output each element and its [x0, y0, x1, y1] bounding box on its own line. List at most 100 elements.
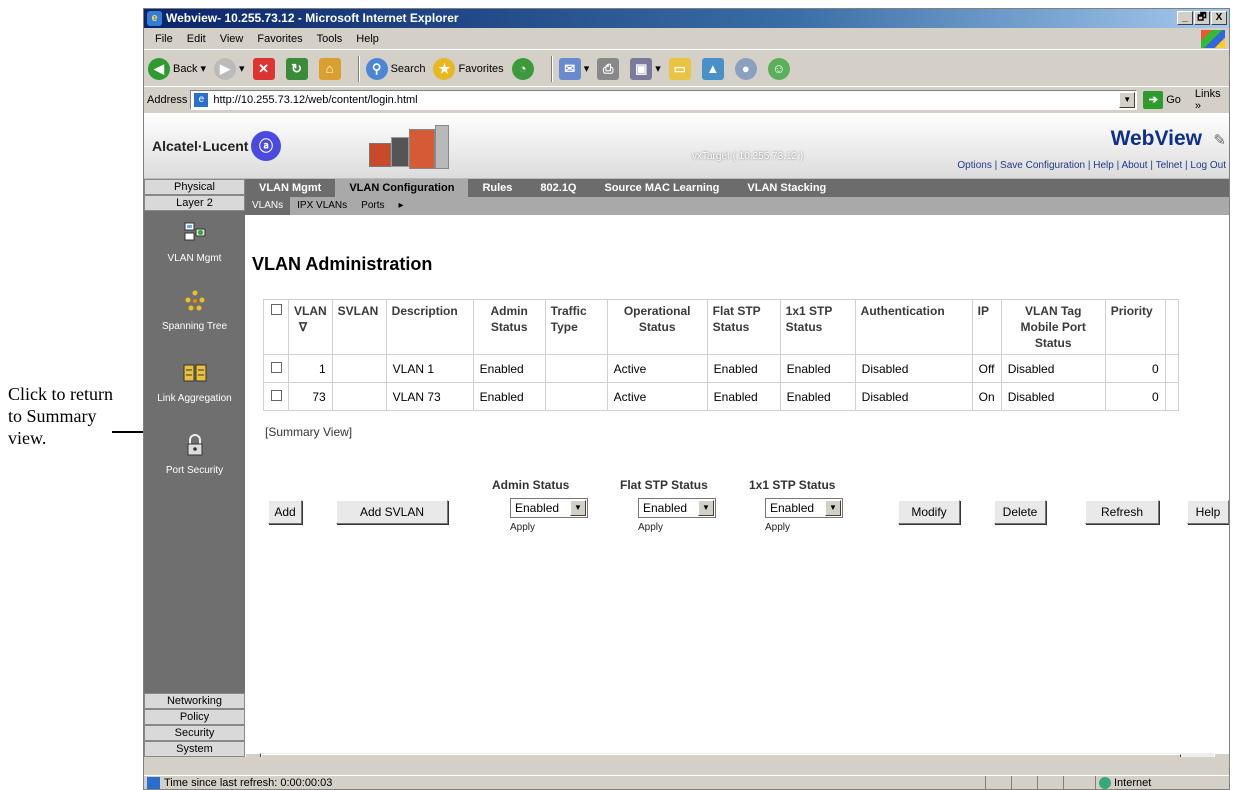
telnet-link[interactable]: Telnet	[1156, 160, 1183, 171]
subtab-ipx-vlans[interactable]: IPX VLANs	[290, 197, 354, 215]
contacts-button[interactable]: ☺	[767, 57, 793, 80]
header-traffic-type[interactable]: Traffic Type	[544, 299, 608, 355]
links-button[interactable]: Links »	[1195, 88, 1229, 112]
cell-description: VLAN 1	[385, 354, 474, 383]
flat-stp-apply[interactable]: Apply	[638, 522, 716, 533]
messenger-button[interactable]: ●	[734, 57, 760, 80]
sidebar-item-spanning-tree[interactable]: Spanning Tree	[144, 289, 245, 332]
header-flat-stp-status[interactable]: Flat STP Status	[706, 299, 781, 355]
top-links: Options | Save Configuration | Help | Ab…	[957, 160, 1226, 171]
header-priority[interactable]: Priority	[1104, 299, 1166, 355]
add-button[interactable]: Add	[268, 500, 302, 524]
edit-button[interactable]: ▣ ▾	[630, 57, 661, 80]
sidebar-layer2[interactable]: Layer 2	[144, 195, 245, 211]
log-out-link[interactable]: Log Out	[1190, 160, 1226, 171]
close-button[interactable]: X	[1211, 11, 1227, 25]
address-dropdown-icon[interactable]: ▼	[1119, 92, 1136, 108]
header-operational-status[interactable]: Operational Status	[606, 299, 708, 355]
admin-status-select[interactable]: Enabled ▼	[510, 498, 588, 518]
row-checkbox[interactable]	[270, 361, 282, 373]
address-input[interactable]: e http://10.255.73.12/web/content/login.…	[190, 90, 1138, 110]
history-button[interactable]: ◔	[511, 57, 537, 80]
header-authentication[interactable]: Authentication	[854, 299, 973, 355]
row-checkbox[interactable]	[270, 389, 282, 401]
header-admin-status[interactable]: Admin Status	[472, 299, 546, 355]
go-button[interactable]: ➔ Go	[1143, 91, 1181, 109]
save-configuration-link[interactable]: Save Configuration	[1000, 160, 1085, 171]
refresh-page-button[interactable]: ↻	[285, 57, 311, 80]
sidebar-item-label: Spanning Tree	[161, 321, 228, 332]
cell-vlan[interactable]: 1	[288, 354, 333, 383]
favorites-button[interactable]: ★ Favorites	[433, 57, 504, 80]
menu-help[interactable]: Help	[349, 33, 386, 45]
home-button[interactable]: ⌂	[318, 57, 344, 80]
subtab-ports[interactable]: Ports	[354, 197, 391, 215]
cell-vlan[interactable]: 73	[288, 382, 333, 411]
tab-source-mac-learning[interactable]: Source MAC Learning	[591, 179, 734, 197]
menu-favorites[interactable]: Favorites	[250, 33, 309, 45]
sidebar-item-link-aggregation[interactable]: Link Aggregation	[144, 361, 245, 404]
header-ip[interactable]: IP	[971, 299, 1002, 355]
tab-802-1q[interactable]: 802.1Q	[526, 179, 590, 197]
sidebar-item-vlan-mgmt[interactable]: VLAN Mgmt	[144, 221, 245, 264]
scroll-left-icon[interactable]: ◀	[245, 753, 261, 757]
subtab-vlans[interactable]: VLANs	[245, 197, 291, 215]
header-svlan[interactable]: SVLAN	[331, 299, 387, 355]
menu-tools[interactable]: Tools	[310, 33, 350, 45]
sidebar-policy[interactable]: Policy	[144, 709, 245, 725]
refresh-button[interactable]: Refresh	[1085, 500, 1159, 524]
research-button[interactable]: ▲	[701, 57, 727, 80]
select-all-checkbox[interactable]	[270, 304, 282, 315]
tab-vlan-configuration[interactable]: VLAN Configuration	[335, 179, 469, 197]
modify-button[interactable]: Modify	[898, 500, 960, 524]
add-svlan-button[interactable]: Add SVLAN	[336, 500, 448, 524]
help-button[interactable]: Help	[1187, 500, 1229, 524]
summary-view-link[interactable]: [Summary View]	[265, 425, 352, 439]
mail-icon: ✉	[558, 57, 581, 80]
horizontal-scrollbar[interactable]: ◀ ▶	[245, 753, 1229, 757]
scroll-thumb[interactable]	[261, 754, 1181, 757]
minimize-button[interactable]: _	[1177, 11, 1193, 25]
search-button[interactable]: ⚲ Search	[365, 57, 425, 80]
sidebar-security[interactable]: Security	[144, 725, 245, 741]
folder-button[interactable]: ▭	[668, 57, 694, 80]
sidebar-physical[interactable]: Physical	[144, 179, 245, 195]
header-1x1-stp-status[interactable]: 1x1 STP Status	[779, 299, 856, 355]
maximize-button[interactable]: 🗗	[1194, 11, 1210, 25]
chevron-down-icon[interactable]: ▼	[825, 500, 841, 516]
menu-edit[interactable]: Edit	[180, 33, 213, 45]
print-button[interactable]: ⎙	[597, 57, 622, 80]
stop-button[interactable]: ✕	[252, 57, 278, 80]
about-link[interactable]: About	[1121, 160, 1147, 171]
sidebar-system[interactable]: System	[144, 741, 245, 757]
cell-svlan	[331, 382, 387, 411]
sidebar-networking[interactable]: Networking	[144, 693, 245, 709]
tab-vlan-stacking[interactable]: VLAN Stacking	[733, 179, 840, 197]
tab-vlan-mgmt[interactable]: VLAN Mgmt	[245, 179, 335, 197]
toolbar-separator	[357, 55, 360, 82]
menu-view[interactable]: View	[213, 33, 251, 45]
header-description[interactable]: Description	[385, 299, 474, 355]
back-button[interactable]: ◀ Back ▾	[148, 57, 206, 80]
subtab-more-arrow-icon[interactable]: ▸	[392, 197, 411, 215]
tab-rules[interactable]: Rules	[468, 179, 526, 197]
sidebar-item-port-security[interactable]: Port Security	[144, 433, 245, 476]
scroll-right-icon[interactable]: ▶	[1214, 753, 1229, 757]
history-icon: ◔	[511, 57, 534, 80]
sort-descending-icon[interactable]: ∇	[299, 319, 307, 335]
delete-button[interactable]: Delete	[994, 500, 1046, 524]
menu-file[interactable]: File	[148, 33, 180, 45]
stp-1x1-apply[interactable]: Apply	[765, 522, 843, 533]
options-link[interactable]: Options	[957, 160, 991, 171]
header-vlan[interactable]: VLAN ∇	[288, 299, 333, 355]
flat-stp-select[interactable]: Enabled ▼	[638, 498, 716, 518]
header-vlan-tag-mobile-port-status[interactable]: VLAN Tag Mobile Port Status	[1000, 299, 1106, 355]
stp-1x1-select[interactable]: Enabled ▼	[765, 498, 843, 518]
help-link[interactable]: Help	[1093, 160, 1114, 171]
chevron-down-icon[interactable]: ▼	[570, 500, 586, 516]
mail-button[interactable]: ✉ ▾	[558, 57, 589, 80]
chevron-down-icon[interactable]: ▼	[698, 500, 714, 516]
admin-status-apply[interactable]: Apply	[510, 522, 588, 533]
forward-button[interactable]: ▶ ▾	[214, 57, 245, 80]
cell-operational-status: Active	[606, 354, 708, 383]
